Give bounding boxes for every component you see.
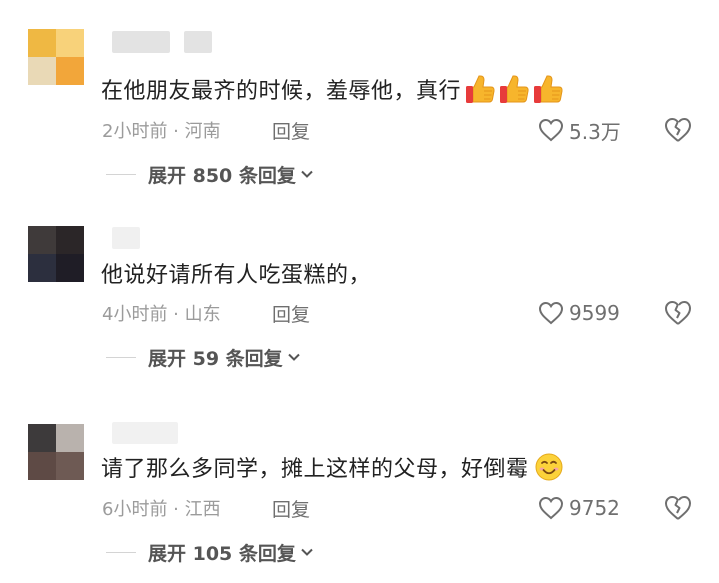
avatar-tile	[56, 57, 84, 85]
heart-icon	[538, 301, 564, 325]
reply-button[interactable]: 回复	[272, 495, 310, 521]
avatar-tile	[56, 226, 84, 254]
avatar-tile	[28, 29, 56, 57]
avatar[interactable]	[28, 29, 84, 85]
like-button[interactable]: 9752	[538, 493, 620, 523]
comment-body: 他说好请所有人吃蛋糕的，	[101, 263, 372, 288]
username-blurred[interactable]	[112, 226, 140, 250]
avatar-tile	[28, 57, 56, 85]
avatar[interactable]	[28, 226, 84, 282]
avatar-tile	[56, 29, 84, 57]
username-blur-block	[184, 31, 212, 53]
thumbs-up-icon	[466, 75, 495, 103]
comment-text: 请了那么多同学，摊上这样的父母，好倒霉	[101, 450, 565, 484]
chevron-down-icon	[287, 353, 300, 361]
divider-line	[106, 551, 136, 553]
thumbs-up-icon	[500, 75, 529, 103]
avatar-tile	[28, 452, 56, 480]
like-button[interactable]: 9599	[538, 298, 620, 328]
heart-icon	[538, 496, 564, 520]
chevron-down-icon	[301, 170, 313, 178]
divider-line	[106, 356, 136, 358]
username-blur-block	[112, 227, 140, 249]
divider-line	[106, 173, 136, 175]
like-count: 9752	[569, 496, 620, 520]
username-blurred[interactable]	[112, 30, 212, 54]
heart-icon	[538, 118, 564, 142]
expand-replies-button[interactable]: 展开 59 条回复	[106, 343, 301, 371]
broken-heart-icon[interactable]	[663, 115, 693, 145]
like-button[interactable]: 5.3万	[538, 115, 621, 145]
avatar[interactable]	[28, 424, 84, 480]
comment-meta: 4小时前 · 山东	[102, 304, 221, 325]
comment-meta: 6小时前 · 江西	[102, 499, 221, 520]
comment-meta: 2小时前 · 河南	[102, 121, 221, 142]
comment-body: 在他朋友最齐的时候，羞辱他，真行	[101, 79, 462, 104]
avatar-tile	[28, 424, 56, 452]
avatar-tile	[56, 254, 84, 282]
broken-heart-icon[interactable]	[663, 493, 693, 523]
avatar-tile	[28, 226, 56, 254]
thumbs-up-icon	[534, 75, 563, 103]
comment-text: 在他朋友最齐的时候，羞辱他，真行	[101, 72, 563, 106]
username-blur-block	[112, 31, 170, 53]
smiling-face-icon	[535, 453, 563, 481]
reply-button[interactable]: 回复	[272, 300, 310, 326]
like-count: 9599	[569, 301, 620, 325]
comment-body: 请了那么多同学，摊上这样的父母，好倒霉	[101, 457, 529, 482]
chevron-down-icon	[301, 548, 313, 556]
expand-replies-label: 展开 850 条回复	[148, 164, 296, 187]
username-blurred[interactable]	[112, 421, 178, 445]
reply-button[interactable]: 回复	[272, 117, 310, 143]
avatar-tile	[56, 424, 84, 452]
expand-replies-button[interactable]: 展开 850 条回复	[106, 160, 314, 188]
comment-text: 他说好请所有人吃蛋糕的，	[101, 256, 371, 290]
broken-heart-icon[interactable]	[663, 298, 693, 328]
expand-replies-label: 展开 105 条回复	[148, 542, 296, 565]
like-count: 5.3万	[569, 119, 621, 144]
expand-replies-button[interactable]: 展开 105 条回复	[106, 538, 314, 566]
expand-replies-label: 展开 59 条回复	[148, 347, 283, 370]
avatar-tile	[28, 254, 56, 282]
avatar-tile	[56, 452, 84, 480]
username-blur-block	[112, 422, 178, 444]
